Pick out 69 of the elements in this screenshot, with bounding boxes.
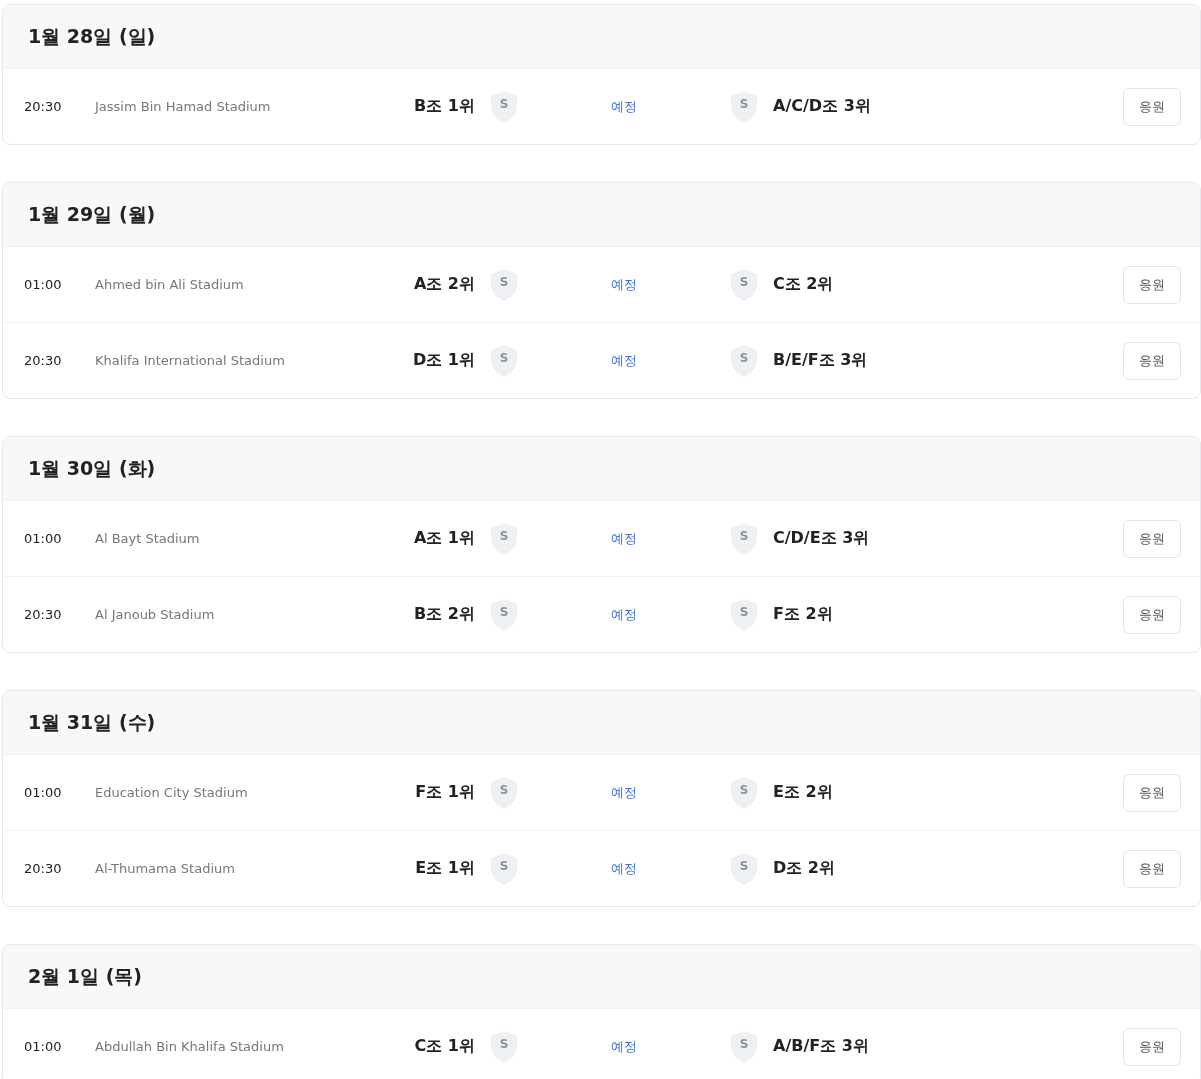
venue-name: Al Bayt Stadium (95, 531, 201, 546)
team-shield-icon: S (489, 521, 519, 556)
match-time: 01:00 (23, 785, 63, 800)
match-status: 예정 (610, 275, 638, 294)
cheer-button[interactable]: 응원 (1123, 1027, 1181, 1066)
away-team: A/B/F조 3위 (773, 1036, 870, 1057)
away-team: F조 2위 (773, 604, 834, 625)
team-shield-icon: S (729, 267, 759, 302)
match-status: 예정 (610, 351, 638, 370)
home-team: C조 1위 (413, 1036, 475, 1057)
team-shield-icon: S (729, 1029, 759, 1064)
away-team: C조 2위 (773, 274, 835, 295)
team-shield-icon: S (489, 1029, 519, 1064)
date-heading: 1월 28일 (일) (28, 23, 156, 49)
venue-name: Ahmed bin Ali Stadium (95, 277, 245, 292)
date-heading: 1월 30일 (화) (28, 455, 156, 481)
match-time: 01:00 (23, 1039, 63, 1054)
away-team: C/D/E조 3위 (773, 528, 871, 549)
cheer-button[interactable]: 응원 (1123, 849, 1181, 888)
cheer-button[interactable]: 응원 (1123, 519, 1181, 558)
cheer-button[interactable]: 응원 (1123, 87, 1181, 126)
cheer-button[interactable]: 응원 (1123, 773, 1181, 812)
team-shield-icon: S (489, 775, 519, 810)
match-status: 예정 (610, 97, 638, 116)
team-shield-icon: S (489, 89, 519, 124)
team-shield-icon: S (729, 521, 759, 556)
team-shield-icon: S (489, 597, 519, 632)
team-shield-icon: S (489, 343, 519, 378)
team-shield-icon: S (729, 597, 759, 632)
team-shield-icon: S (489, 851, 519, 886)
home-team: E조 1위 (414, 858, 475, 879)
team-shield-icon: S (489, 267, 519, 302)
team-shield-icon: S (729, 851, 759, 886)
date-heading: 1월 31일 (수) (28, 709, 156, 735)
team-shield-icon: S (729, 89, 759, 124)
match-status: 예정 (610, 1037, 638, 1056)
home-team: D조 1위 (412, 350, 475, 371)
away-team: B/E/F조 3위 (773, 350, 869, 371)
away-team: E조 2위 (773, 782, 834, 803)
match-status: 예정 (610, 529, 638, 548)
home-team: F조 1위 (414, 782, 475, 803)
team-shield-icon: S (729, 343, 759, 378)
venue-name: Jassim Bin Hamad Stadium (95, 99, 272, 114)
home-team: A조 2위 (412, 274, 475, 295)
match-status: 예정 (610, 783, 638, 802)
away-team: D조 2위 (773, 858, 836, 879)
match-time: 20:30 (23, 861, 63, 876)
match-status: 예정 (610, 859, 638, 878)
team-shield-icon: S (729, 775, 759, 810)
date-heading: 1월 29일 (월) (28, 201, 156, 227)
cheer-button[interactable]: 응원 (1123, 595, 1181, 634)
cheer-button[interactable]: 응원 (1123, 265, 1181, 304)
venue-name: Abdullah Bin Khalifa Stadium (95, 1039, 285, 1054)
date-heading: 2월 1일 (목) (28, 963, 143, 989)
venue-name: Education City Stadium (95, 785, 249, 800)
home-team: B조 2위 (413, 604, 475, 625)
venue-name: Khalifa International Stadium (95, 353, 286, 368)
venue-name: Al-Thumama Stadium (95, 861, 236, 876)
match-time: 01:00 (23, 531, 63, 546)
venue-name: Al Janoub Stadium (95, 607, 216, 622)
match-time: 20:30 (23, 607, 63, 622)
match-time: 01:00 (23, 277, 63, 292)
home-team: B조 1위 (413, 96, 475, 117)
cheer-button[interactable]: 응원 (1123, 341, 1181, 380)
match-time: 20:30 (23, 99, 63, 114)
away-team: A/C/D조 3위 (773, 96, 872, 117)
match-status: 예정 (610, 605, 638, 624)
home-team: A조 1위 (412, 528, 475, 549)
match-time: 20:30 (23, 353, 63, 368)
